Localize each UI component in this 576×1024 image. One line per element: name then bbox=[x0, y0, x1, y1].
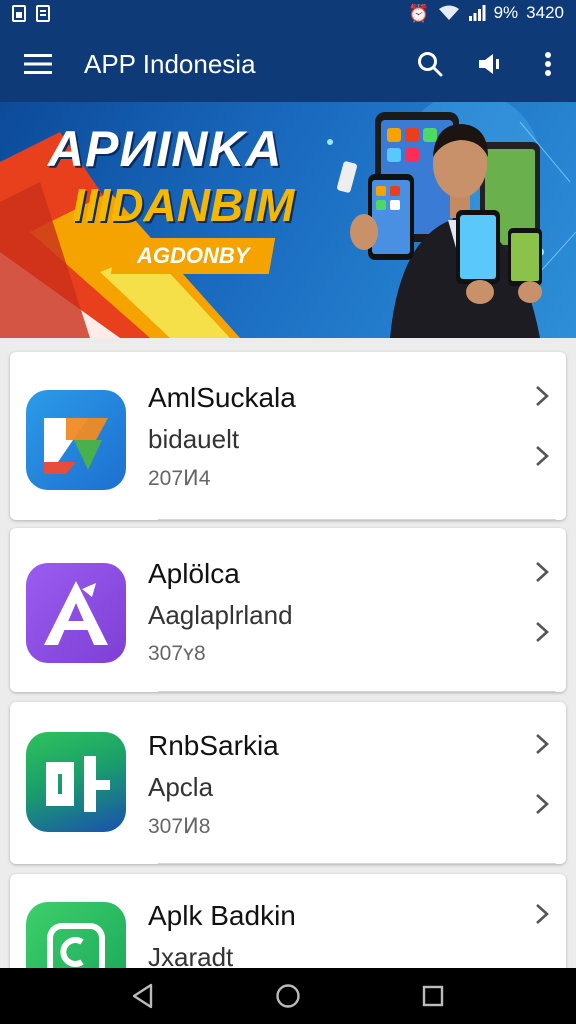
back-button[interactable] bbox=[113, 968, 173, 1024]
alarm-icon: ⏰ bbox=[408, 3, 430, 23]
chevron-right-icon bbox=[536, 562, 549, 582]
divider bbox=[158, 519, 556, 520]
app-list-item[interactable]: RnbSarkia Apcla 307Ͷ8 bbox=[10, 702, 566, 864]
di-logo-icon bbox=[46, 756, 110, 812]
app-icon bbox=[26, 732, 126, 832]
promo-banner[interactable]: APИINKA IIIDANBIM AGDONBY bbox=[0, 102, 576, 338]
volume-button[interactable] bbox=[460, 26, 520, 102]
recents-button[interactable] bbox=[403, 968, 463, 1024]
app-name: Aplölca bbox=[148, 558, 240, 589]
chevron-right-icon bbox=[536, 446, 549, 466]
z-logo-icon bbox=[44, 418, 108, 474]
wifi-icon bbox=[438, 5, 459, 20]
app-meta: 307ʏ8 bbox=[148, 642, 206, 665]
more-options-button[interactable] bbox=[520, 26, 576, 102]
app-name: RnbSarkia bbox=[148, 730, 279, 761]
banner-subheadline: IIIDANBIM bbox=[72, 179, 295, 231]
presenter-with-phones-image bbox=[337, 112, 542, 338]
banner-headline: APИINKA bbox=[48, 121, 283, 177]
app-name: Aplk Badkin bbox=[148, 900, 296, 931]
banner-badge-label: AGDONBY bbox=[136, 243, 250, 268]
app-name: AmlSuckala bbox=[148, 382, 296, 413]
signal-icon bbox=[468, 5, 486, 21]
recents-square-icon bbox=[423, 985, 444, 1007]
chevron-right-icon bbox=[536, 622, 549, 642]
app-description: Apcla bbox=[148, 772, 214, 802]
search-icon bbox=[418, 52, 443, 77]
status-bar: ⏰ 9% 3420 bbox=[0, 0, 576, 26]
app-bar: APP Indonesia bbox=[0, 26, 576, 102]
app-icon bbox=[26, 563, 126, 663]
chevron-right-icon bbox=[536, 386, 549, 406]
app-description: bidauelt bbox=[148, 424, 240, 454]
sim-card-icon bbox=[12, 4, 26, 22]
app-icon bbox=[26, 390, 126, 490]
battery-percent: 9% bbox=[493, 3, 519, 22]
home-circle-icon bbox=[276, 984, 300, 1008]
search-button[interactable] bbox=[400, 26, 460, 102]
speaker-icon bbox=[479, 54, 499, 74]
system-nav-bar bbox=[0, 968, 576, 1024]
menu-button[interactable] bbox=[0, 26, 76, 102]
banner-badge: AGDONBY bbox=[110, 238, 276, 274]
letter-a-logo-icon bbox=[44, 581, 108, 645]
app-list-item[interactable]: Aplölca Aaglaplrland 307ʏ8 bbox=[10, 528, 566, 692]
status-time: 3420 bbox=[526, 3, 564, 22]
notification-doc-icon bbox=[36, 4, 50, 22]
back-triangle-icon bbox=[132, 983, 152, 1009]
chevron-right-icon bbox=[536, 734, 549, 754]
divider bbox=[158, 863, 556, 864]
home-button[interactable] bbox=[258, 968, 318, 1024]
divider bbox=[158, 691, 556, 692]
more-vert-icon bbox=[545, 52, 551, 76]
chevron-right-icon bbox=[536, 904, 549, 924]
app-list-item[interactable]: AmlSuckala bidauelt 207Ͷ4 bbox=[10, 352, 566, 520]
chevron-right-icon bbox=[536, 794, 549, 814]
hamburger-menu-icon bbox=[24, 54, 52, 74]
app-meta: 207Ͷ4 bbox=[148, 467, 211, 490]
app-title: APP Indonesia bbox=[84, 48, 256, 79]
app-meta: 307Ͷ8 bbox=[148, 815, 211, 838]
app-description: Aaglaplrland bbox=[148, 600, 293, 630]
